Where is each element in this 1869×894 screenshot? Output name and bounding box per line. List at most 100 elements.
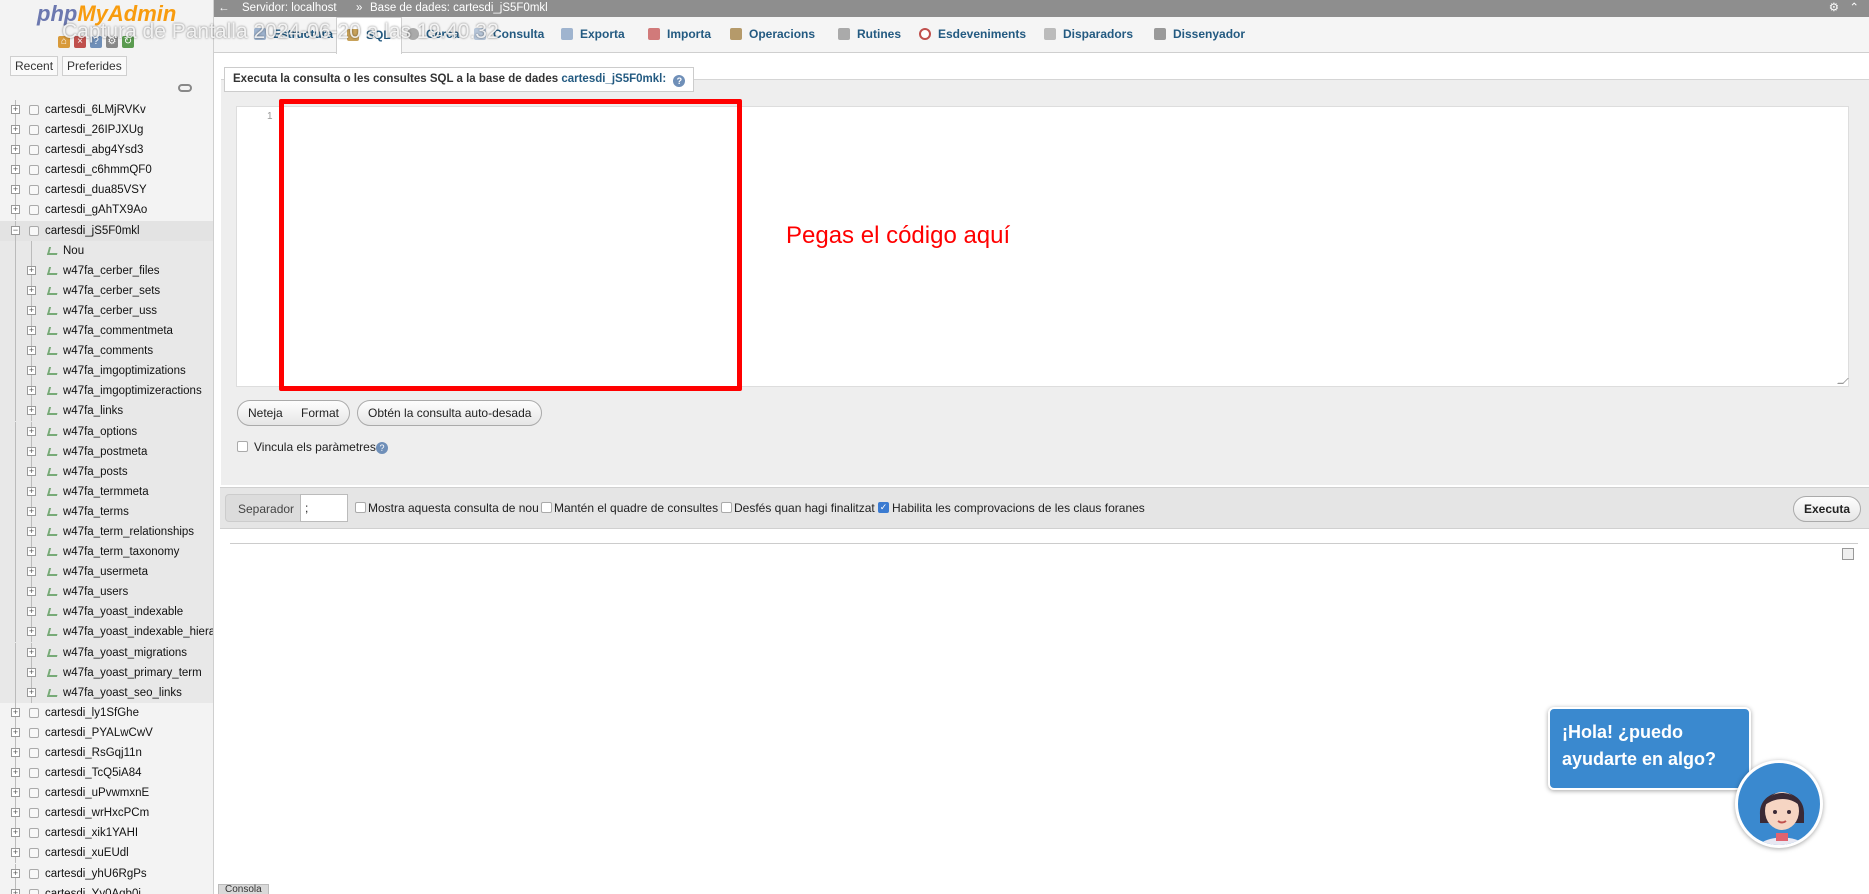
expand-node-icon[interactable]: + (27, 526, 36, 536)
expand-node-icon[interactable]: + (11, 868, 20, 878)
tab-designer[interactable]: Dissenyador (1144, 17, 1255, 53)
expand-node-icon[interactable]: + (27, 406, 36, 416)
home-icon[interactable]: ⌂ (58, 36, 70, 48)
table-name[interactable]: w47fa_posts (63, 462, 128, 482)
expand-node-icon[interactable]: + (11, 828, 20, 838)
expand-node-icon[interactable]: + (11, 145, 20, 155)
table-item[interactable]: + w47fa_postmeta (0, 441, 213, 462)
execute-button[interactable]: Executa (1793, 496, 1862, 522)
table-item[interactable]: + w47fa_cerber_files (0, 260, 213, 281)
tab-structure[interactable]: Estructura (244, 17, 343, 53)
table-name[interactable]: w47fa_options (63, 422, 137, 442)
expand-node-icon[interactable]: + (11, 185, 20, 195)
expand-node-icon[interactable]: + (27, 446, 36, 456)
database-name[interactable]: cartesdi_ly1SfGhe (45, 703, 139, 723)
chat-avatar-icon[interactable] (1735, 760, 1823, 848)
database-item[interactable]: + cartesdi_PYALwCwV (0, 722, 213, 743)
database-name[interactable]: cartesdi_gAhTX9Ao (45, 200, 147, 220)
reload-icon[interactable]: ↻ (122, 36, 134, 48)
bind-params-help-icon[interactable]: ? (376, 442, 388, 454)
table-item[interactable]: + w47fa_yoast_seo_links (0, 682, 213, 703)
table-item[interactable]: + w47fa_imgoptimizations (0, 361, 213, 382)
expand-node-icon[interactable]: + (27, 647, 36, 657)
database-item-active[interactable]: − cartesdi_jS5F0mkl (0, 220, 213, 241)
database-item[interactable]: + cartesdi_c6hmmQF0 (0, 160, 213, 181)
table-item[interactable]: + w47fa_terms (0, 501, 213, 522)
database-name[interactable]: cartesdi_xuEUdl (45, 843, 129, 863)
exit-icon[interactable]: × (74, 36, 86, 48)
database-name[interactable]: cartesdi_dua85VSY (45, 180, 147, 200)
database-item[interactable]: + cartesdi_Yy0Aqb0j (0, 883, 213, 894)
expand-node-icon[interactable]: + (11, 205, 20, 215)
table-item[interactable]: + w47fa_links (0, 401, 213, 422)
tab-routines[interactable]: Rutines (828, 17, 911, 53)
page-settings-icon[interactable] (1842, 548, 1854, 560)
table-item[interactable]: + w47fa_posts (0, 461, 213, 482)
tab-search[interactable]: Cerca (397, 17, 469, 53)
bind-params-checkbox[interactable] (237, 441, 248, 452)
table-name[interactable]: w47fa_cerber_files (63, 261, 160, 281)
expand-node-icon[interactable]: + (27, 305, 36, 315)
tab-recent[interactable]: Recent (10, 56, 59, 76)
table-name[interactable]: w47fa_commentmeta (63, 321, 173, 341)
chat-greeting-bubble[interactable]: ¡Hola! ¿puedo ayudarte en algo? (1548, 707, 1751, 790)
expand-node-icon[interactable]: + (27, 687, 36, 697)
expand-node-icon[interactable]: + (11, 888, 20, 894)
database-item[interactable]: + cartesdi_gAhTX9Ao (0, 200, 213, 221)
expand-node-icon[interactable]: + (11, 165, 20, 175)
database-name[interactable]: cartesdi_c6hmmQF0 (45, 160, 152, 180)
database-item[interactable]: + cartesdi_26IPJXUg (0, 120, 213, 141)
database-name[interactable]: cartesdi_xik1YAHI (45, 823, 138, 843)
database-item[interactable]: + cartesdi_xik1YAHI (0, 823, 213, 844)
table-name[interactable]: w47fa_usermeta (63, 562, 148, 582)
table-item[interactable]: + w47fa_comments (0, 341, 213, 362)
expand-node-icon[interactable]: + (11, 105, 20, 114)
get-autosaved-query-button[interactable]: Obtén la consulta auto-desada (357, 400, 543, 426)
expand-node-icon[interactable]: + (11, 748, 20, 757)
table-name[interactable]: w47fa_term_taxonomy (63, 542, 179, 562)
tab-import[interactable]: Importa (638, 17, 721, 53)
table-name[interactable]: w47fa_yoast_indexable_hiera (63, 622, 213, 642)
database-item[interactable]: + cartesdi_yhU6RgPs (0, 863, 213, 884)
show-query-checkbox[interactable] (355, 502, 366, 513)
database-name[interactable]: cartesdi_yhU6RgPs (45, 864, 147, 884)
table-item[interactable]: + w47fa_term_relationships (0, 521, 213, 543)
expand-node-icon[interactable]: + (27, 386, 36, 396)
expand-node-icon[interactable]: + (27, 265, 36, 275)
keep-box-checkbox[interactable] (541, 502, 552, 513)
expand-node-icon[interactable]: + (11, 808, 20, 818)
table-name[interactable]: w47fa_yoast_seo_links (63, 683, 182, 703)
tab-operations[interactable]: Operacions (720, 17, 825, 53)
table-item[interactable]: + w47fa_yoast_indexable (0, 602, 213, 623)
table-item[interactable]: + w47fa_yoast_migrations (0, 642, 213, 663)
table-item[interactable]: + w47fa_users (0, 582, 213, 603)
table-name[interactable]: w47fa_imgoptimizeractions (63, 381, 202, 401)
legend-database-link[interactable]: cartesdi_jS5F0mkl: (561, 73, 666, 85)
table-name[interactable]: w47fa_terms (63, 502, 129, 522)
help-icon[interactable]: ? (673, 75, 686, 87)
format-button[interactable]: Format (291, 400, 351, 426)
back-arrow-icon[interactable]: ← (218, 0, 230, 17)
collapse-icon[interactable]: ⌃ (1849, 0, 1859, 17)
table-item[interactable]: + w47fa_yoast_primary_term (0, 662, 213, 683)
expand-node-icon[interactable]: + (27, 567, 36, 577)
table-item[interactable]: + w47fa_usermeta (0, 562, 213, 583)
breadcrumb-server[interactable]: Servidor: localhost (242, 0, 337, 17)
table-name[interactable]: w47fa_yoast_indexable (63, 602, 183, 622)
database-name[interactable]: cartesdi_uPvwmxnE (45, 783, 149, 803)
database-item[interactable]: + cartesdi_TcQ5iA84 (0, 763, 213, 784)
database-item[interactable]: + cartesdi_dua85VSY (0, 180, 213, 201)
table-item[interactable]: + w47fa_options (0, 421, 213, 442)
docs-icon[interactable]: ? (90, 36, 102, 48)
expand-node-icon[interactable]: + (11, 727, 20, 737)
phpmyadmin-logo[interactable]: phpMyAdmin (37, 1, 176, 27)
database-name[interactable]: cartesdi_PYALwCwV (45, 723, 153, 743)
table-name[interactable]: w47fa_term_relationships (63, 522, 194, 542)
database-item[interactable]: + cartesdi_xuEUdl (0, 843, 213, 864)
database-name[interactable]: cartesdi_abg4Ysd3 (45, 140, 143, 160)
expand-node-icon[interactable]: + (27, 326, 36, 336)
database-name[interactable]: cartesdi_jS5F0mkl (45, 221, 140, 241)
table-name[interactable]: w47fa_imgoptimizations (63, 361, 186, 381)
expand-node-icon[interactable]: + (27, 426, 36, 436)
database-name[interactable]: cartesdi_6LMjRVKv (45, 100, 146, 120)
